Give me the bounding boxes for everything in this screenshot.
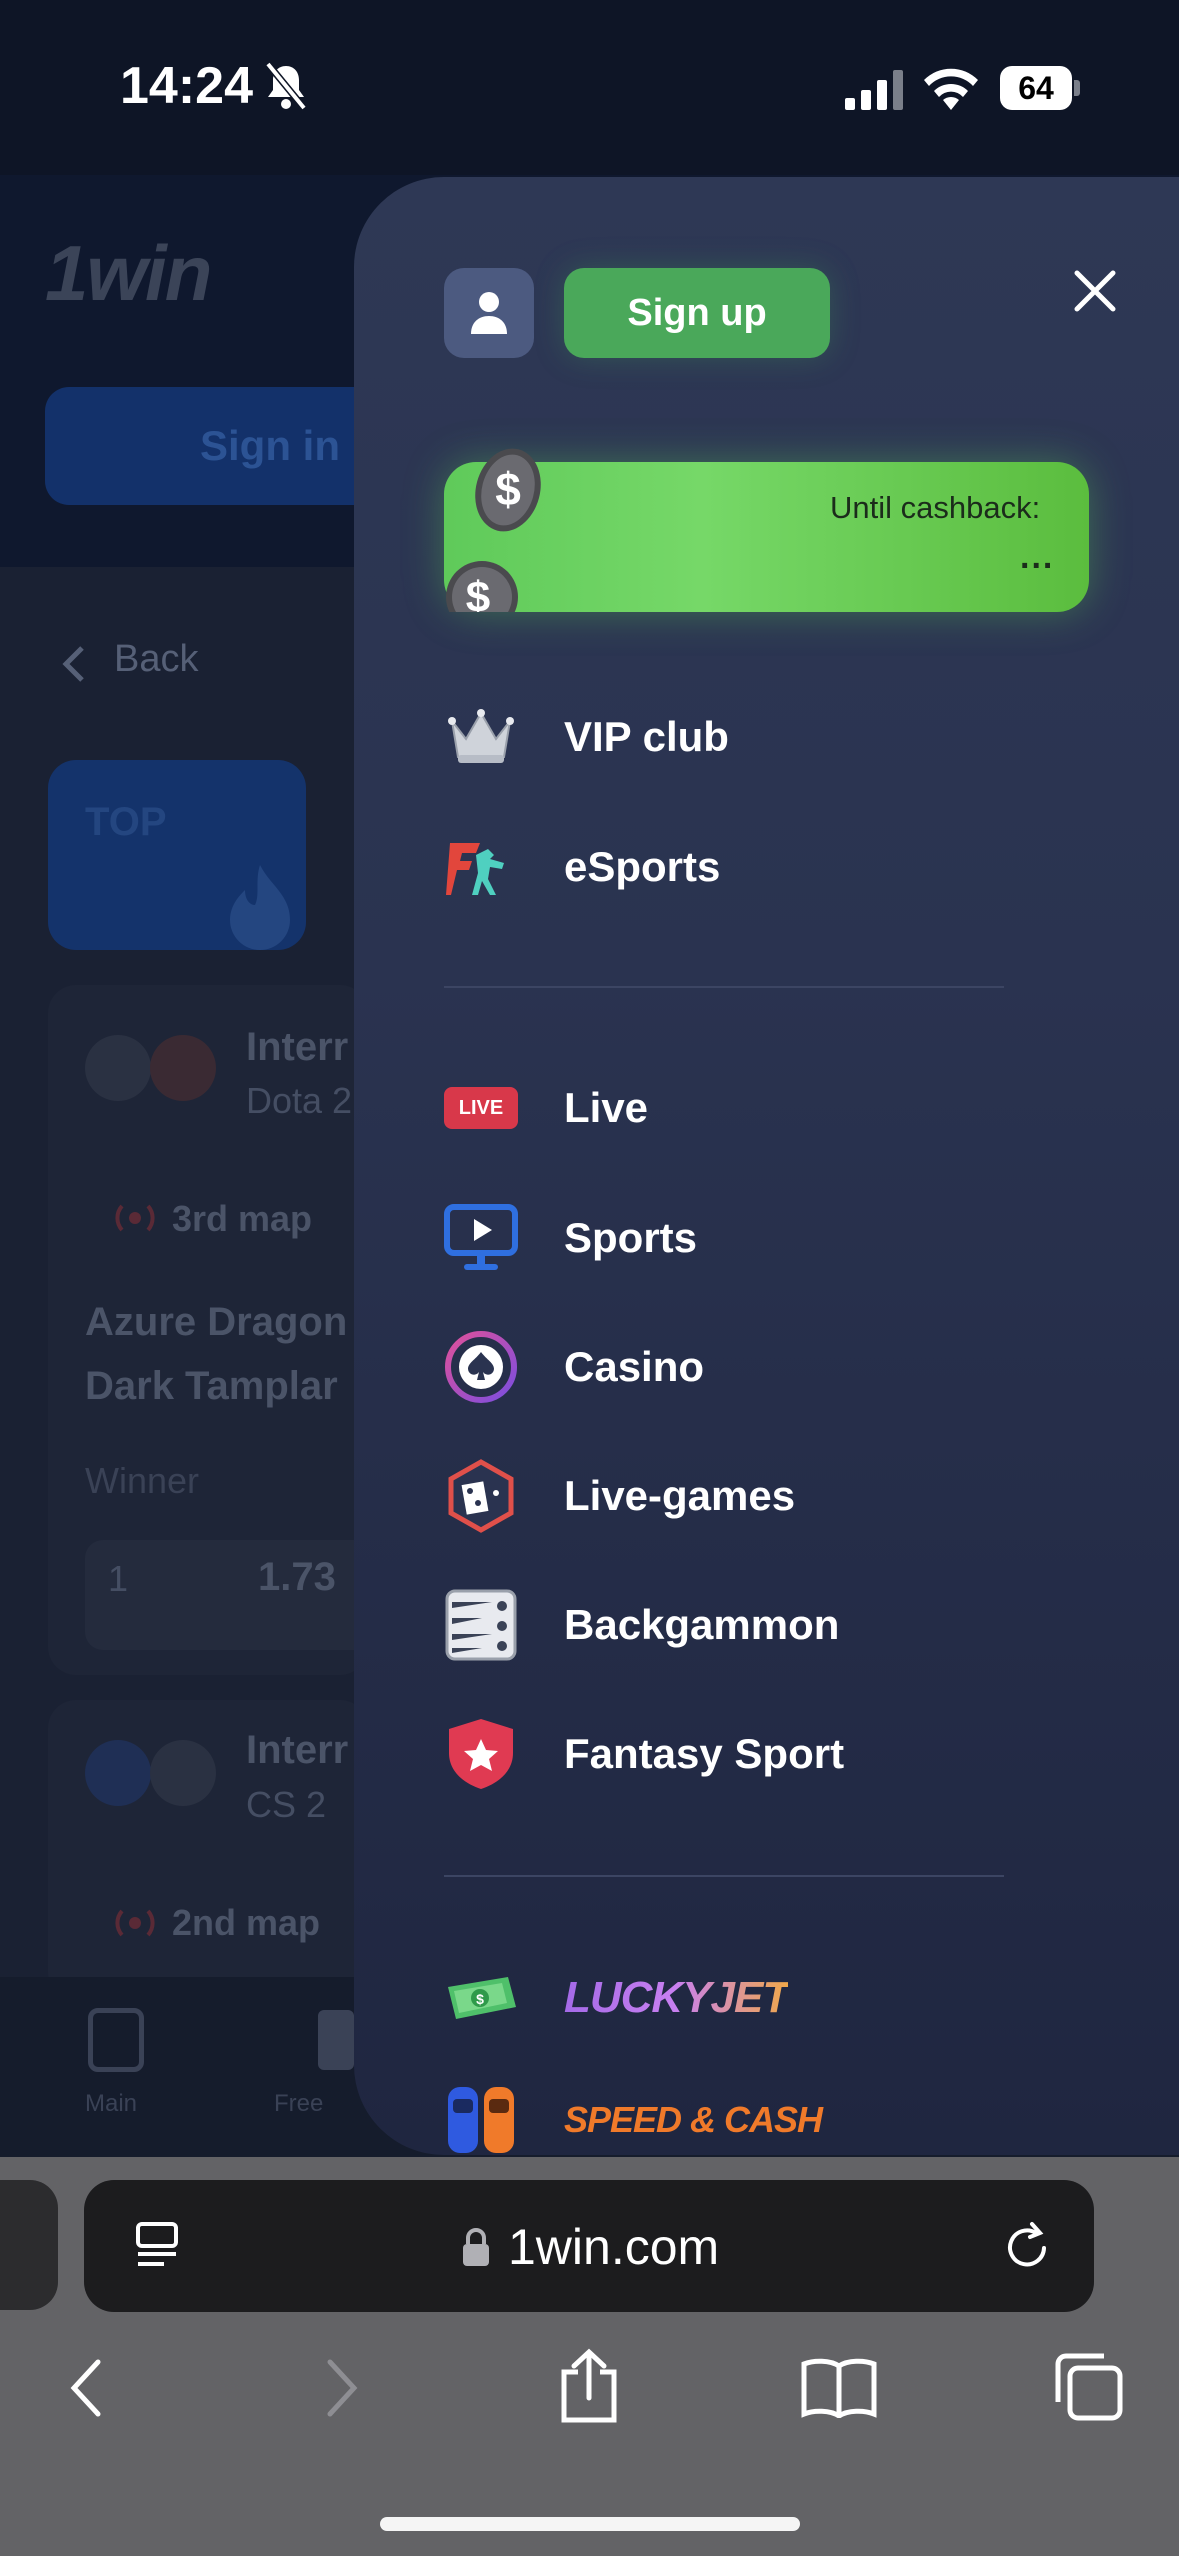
shield-star-icon <box>444 1717 518 1791</box>
cellular-signal-icon <box>845 70 903 110</box>
menu-label: Live-games <box>564 1472 796 1519</box>
cashback-value: ... <box>1020 538 1055 576</box>
menu-label: eSports <box>564 843 721 890</box>
chevron-left-icon <box>62 646 84 682</box>
reload-icon[interactable] <box>1002 2220 1054 2272</box>
menu-item-vip-club[interactable]: VIP club <box>444 697 1084 777</box>
monitor-play-icon <box>444 1201 518 1275</box>
tournament-trophy-icon <box>150 1740 216 1806</box>
tabs-icon[interactable] <box>1054 2352 1124 2422</box>
menu-label: Casino <box>564 1343 705 1390</box>
tournament-trophy-icon <box>85 1035 151 1101</box>
menu-item-live[interactable]: LIVE Live <box>444 1068 1084 1148</box>
svg-text:$: $ <box>476 1991 484 2007</box>
main-tab-icon[interactable] <box>88 2008 144 2072</box>
share-icon[interactable] <box>556 2348 622 2424</box>
odds-button[interactable] <box>85 1540 385 1650</box>
map-label: 3rd map <box>172 1198 313 1239</box>
match-title: Interr <box>246 1025 349 1069</box>
lock-icon <box>463 2228 489 2266</box>
live-broadcast-icon <box>115 1909 155 1937</box>
cashback-label: Until cashback: <box>830 490 1041 525</box>
top-badge: TOP <box>85 800 167 844</box>
menu-label: Backgammon <box>564 1601 840 1648</box>
tab-free[interactable]: Free <box>274 2090 323 2118</box>
menu-item-esports[interactable]: eSports <box>444 827 1084 907</box>
money-icon: $ <box>444 1961 518 2035</box>
battery-cap-icon <box>1074 80 1080 96</box>
spade-chip-icon <box>444 1330 518 1404</box>
cars-icon <box>444 2085 518 2155</box>
close-icon[interactable] <box>1072 268 1118 314</box>
live-badge-icon: LIVE <box>444 1071 518 1145</box>
menu-label: Live <box>564 1084 649 1131</box>
menu-item-fantasy-sport[interactable]: Fantasy Sport <box>444 1714 1084 1794</box>
previous-tab-preview[interactable] <box>0 2180 58 2310</box>
menu-item-backgammon[interactable]: Backgammon <box>444 1585 1084 1665</box>
sign-in-button[interactable]: Sign in <box>45 387 385 505</box>
live-badge: LIVE <box>444 1087 518 1129</box>
dota-icon <box>150 1035 216 1101</box>
dollar-coin-icon: $ <box>446 561 518 612</box>
map-label: 2nd map <box>172 1902 321 1943</box>
signup-button[interactable]: Sign up <box>564 268 830 358</box>
dice-icon <box>444 1459 518 1533</box>
market-label: Winner <box>85 1460 200 1501</box>
menu-item-luckyjet[interactable]: $ LUCKYJET <box>444 1958 1084 2038</box>
svg-text:$: $ <box>495 463 521 515</box>
status-time: 14:24 <box>120 57 253 115</box>
menu-label: Fantasy Sport <box>564 1730 845 1777</box>
menu-label: Sports <box>564 1214 698 1261</box>
menu-item-sports[interactable]: Sports <box>444 1198 1084 1278</box>
battery-level: 64 <box>1000 66 1072 110</box>
wifi-icon <box>924 68 978 110</box>
match-title: Interr <box>246 1728 349 1772</box>
live-broadcast-icon <box>115 1204 155 1232</box>
luckyjet-logo: LUCKYJET <box>564 1973 789 2022</box>
site-logo: 1win <box>45 229 212 317</box>
back-arrow-icon[interactable] <box>66 2358 106 2418</box>
dollar-coin-icon: $ <box>475 448 541 532</box>
battery-indicator: 64 <box>1000 66 1080 110</box>
profile-avatar[interactable] <box>444 268 534 358</box>
home-indicator <box>380 2517 800 2531</box>
backgammon-icon <box>444 1588 518 1662</box>
match-game: Dota 2 <box>246 1080 353 1121</box>
bell-muted-icon <box>265 61 307 111</box>
forward-arrow-icon[interactable] <box>322 2358 362 2418</box>
menu-divider <box>444 1875 1004 1877</box>
tab-main[interactable]: Main <box>85 2090 137 2118</box>
back-link[interactable]: Back <box>114 638 198 681</box>
team-2-name: Dark Tamplar <box>85 1364 338 1408</box>
crown-icon <box>444 700 518 774</box>
odds-value: 1.73 <box>258 1555 336 1599</box>
menu-item-casino[interactable]: Casino <box>444 1327 1084 1407</box>
menu-item-live-games[interactable]: Live-games <box>444 1456 1084 1536</box>
bookmarks-icon[interactable] <box>800 2356 878 2418</box>
cs-icon <box>85 1740 151 1806</box>
url-text[interactable]: 1win.com <box>508 2218 719 2276</box>
esports-icon <box>444 830 518 904</box>
menu-item-speed-cash[interactable]: SPEED & CASH <box>444 2085 1084 2155</box>
user-icon <box>471 292 507 334</box>
page-menu-icon[interactable] <box>134 2220 184 2270</box>
speed-cash-logo: SPEED & CASH <box>564 2099 823 2140</box>
svg-text:$: $ <box>466 573 490 612</box>
flame-icon <box>230 865 290 950</box>
team-1-name: Azure Dragon <box>85 1300 348 1344</box>
gift-tab-icon[interactable] <box>318 2010 354 2070</box>
menu-label: VIP club <box>564 713 729 760</box>
menu-divider <box>444 986 1004 988</box>
outcome-label: 1 <box>108 1558 129 1599</box>
match-game: CS 2 <box>246 1784 327 1825</box>
